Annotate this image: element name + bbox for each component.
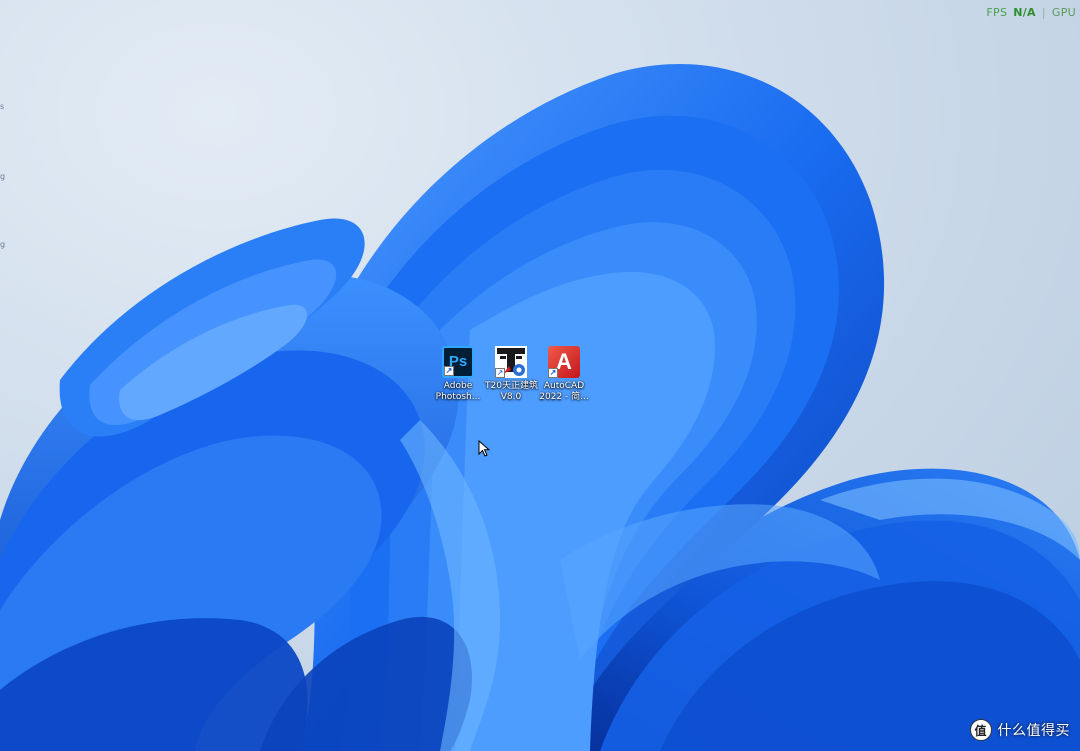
photoshop-icon: Ps ↗ <box>442 346 474 378</box>
fps-overlay: FPS N/A | GPU <box>986 6 1076 19</box>
watermark-logo-icon: 值 <box>969 719 992 741</box>
desktop-icon-label: Adobe Photosh... <box>432 381 484 403</box>
shortcut-arrow-icon: ↗ <box>495 368 505 378</box>
t20-icon: ↗ <box>495 346 527 378</box>
autocad-glyph: A <box>556 349 572 374</box>
edge-remnant: g <box>0 240 6 249</box>
watermark: 值 什么值得买 <box>969 719 1071 741</box>
desktop-icon-label: AutoCAD 2022 - 简... <box>538 381 590 403</box>
desktop-icon-t20[interactable]: ↗ T20天正建筑 V8.0 <box>485 346 538 403</box>
label-line1: AutoCAD <box>543 381 585 391</box>
watermark-text: 什么值得买 <box>997 723 1070 739</box>
fps-value: N/A <box>1013 6 1036 19</box>
desktop-icon-autocad[interactable]: A ↗ AutoCAD 2022 - 简... <box>538 346 590 403</box>
shortcut-arrow-icon: ↗ <box>548 368 558 378</box>
desktop[interactable]: s g g FPS N/A | GPU Ps ↗ Adobe Photosh..… <box>0 0 1080 751</box>
fps-label: FPS <box>986 6 1008 19</box>
autocad-icon: A ↗ <box>548 346 580 378</box>
overlay-separator: | <box>1041 6 1046 19</box>
desktop-icon-label: T20天正建筑 V8.0 <box>485 381 538 403</box>
label-line2: Photosh... <box>435 392 481 402</box>
desktop-icon-photoshop[interactable]: Ps ↗ Adobe Photosh... <box>432 346 484 403</box>
gpu-label: GPU <box>1051 6 1076 19</box>
edge-remnant: g <box>0 172 6 181</box>
mouse-cursor-icon <box>478 440 490 457</box>
edge-remnant: s <box>0 102 5 111</box>
label-line1: T20天正建筑 <box>485 381 538 391</box>
label-line1: Adobe <box>443 381 473 391</box>
shortcut-arrow-icon: ↗ <box>444 366 454 376</box>
label-line2: V8.0 <box>500 392 522 402</box>
label-line2: 2022 - 简... <box>539 392 589 402</box>
